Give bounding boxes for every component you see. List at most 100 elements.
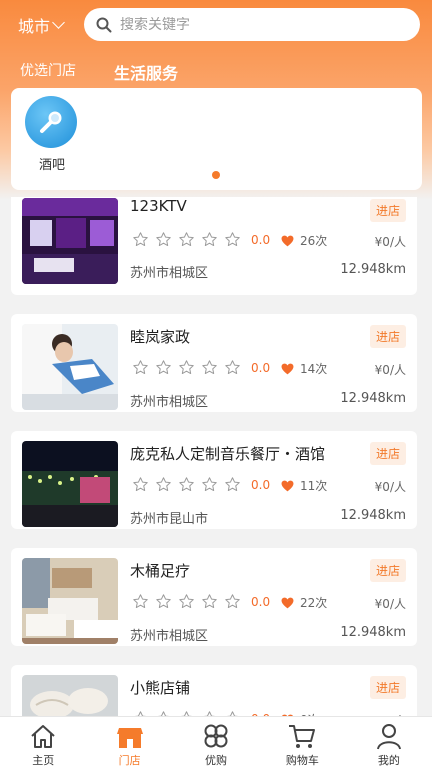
enter-store-button[interactable]: 进店 [369, 676, 406, 699]
shop-card[interactable]: 睦岚家政 进店 0.0 14次 ¥0/人苏州市相城区 12.948km [11, 314, 417, 412]
chevron-down-icon [52, 16, 65, 29]
rating-value: 0.0 [251, 360, 271, 375]
search-bar[interactable] [84, 8, 420, 41]
category-panel: 酒吧 [11, 88, 422, 190]
star-icon [156, 594, 171, 609]
tab-home[interactable]: 主页 [0, 717, 86, 768]
shop-distance: 12.948km [340, 625, 406, 640]
star-icon [202, 594, 217, 609]
shop-name: 123KTV [130, 197, 187, 215]
clover-icon [204, 724, 228, 748]
tab-label: 主页 [32, 754, 55, 767]
star-icon [156, 477, 171, 492]
shop-card[interactable]: 木桶足疗 进店 0.0 22次 ¥0/人苏州市相城区 12.948km [11, 548, 417, 646]
star-icon [202, 360, 217, 375]
enter-store-button[interactable]: 进店 [369, 442, 406, 465]
tab-youhuo[interactable]: 优购 [173, 717, 259, 768]
shop-distance: 12.948km [340, 262, 406, 277]
rating-stars: 0.0 [132, 476, 270, 493]
shop-name: 庞克私人定制音乐餐厅・酒馆 [130, 445, 326, 463]
rating-stars: 0.0 [132, 231, 270, 248]
star-icon [179, 360, 194, 375]
shop-distance: 12.948km [340, 391, 406, 406]
tab-label: 我的 [377, 754, 400, 767]
likes: 26次 [281, 232, 327, 249]
tab-store[interactable]: 门店 [86, 717, 172, 768]
star-icon [179, 477, 194, 492]
price-per-person: ¥0/人 [374, 363, 406, 377]
search-input[interactable] [120, 16, 400, 33]
shop-thumbnail[interactable] [22, 198, 118, 284]
tab-label: 购物车 [285, 754, 319, 767]
tab-label: 优购 [205, 754, 228, 767]
tab-cart[interactable]: 购物车 [259, 717, 345, 768]
star-icon [225, 477, 240, 492]
star-icon [156, 232, 171, 247]
star-icon [133, 232, 148, 247]
star-icon [179, 232, 194, 247]
category-label: 酒吧 [38, 158, 65, 173]
likes-count: 26次 [300, 234, 328, 248]
category-item-bar[interactable]: 酒吧 [25, 96, 79, 173]
tab-mine[interactable]: 我的 [346, 717, 432, 768]
city-selector[interactable]: 城市 [18, 13, 65, 37]
shop-location: 苏州市昆山市 [130, 512, 209, 527]
search-icon [96, 17, 112, 32]
shop-location: 苏州市相城区 [130, 266, 209, 281]
price-per-person: ¥0/人 [374, 597, 406, 611]
pager-dot [212, 171, 220, 179]
enter-store-button[interactable]: 进店 [369, 199, 406, 222]
store-icon [116, 728, 143, 748]
star-icon [202, 477, 217, 492]
star-icon [133, 477, 148, 492]
shop-thumbnail[interactable] [22, 675, 118, 720]
star-icon [133, 594, 148, 609]
tab-preferred-stores[interactable]: 优选门店 [20, 60, 76, 84]
heart-icon [281, 235, 294, 246]
likes-count: 14次 [300, 362, 328, 376]
shop-card[interactable]: 小熊店铺进店0.00次¥0/人 [11, 665, 417, 720]
rating-value: 0.0 [251, 594, 271, 609]
star-icon [133, 360, 148, 375]
rating-value: 0.0 [251, 477, 271, 492]
top-bar: 城市 [0, 8, 432, 42]
price-per-person: ¥0/人 [374, 480, 406, 494]
star-icon [179, 594, 194, 609]
star-icon [225, 594, 240, 609]
shop-thumbnail[interactable] [22, 558, 118, 644]
microphone-icon [25, 96, 77, 148]
tab-label: 门店 [118, 754, 141, 767]
likes-count: 22次 [300, 596, 328, 610]
bottom-tab-bar: 主页 门店 优购 购物车 我的 [0, 716, 432, 768]
shop-list: 123KTV 进店 0.0 26次 ¥0/人 苏州市相城区 12.948km 睦岚家政 进店 0.… [11, 197, 422, 720]
rating-value: 0.0 [251, 232, 271, 247]
rating-stars: 0.0 [132, 359, 270, 376]
category-tabs: 优选门店 生活服务 [20, 60, 178, 84]
shop-card[interactable]: 123KTV 进店 0.0 26次 ¥0/人苏州市相城区 12.948km [11, 197, 417, 295]
shop-name: 小熊店铺 [130, 679, 191, 697]
shop-name: 睦岚家政 [130, 328, 191, 346]
star-icon [225, 360, 240, 375]
tab-life-services[interactable]: 生活服务 [114, 60, 178, 84]
enter-store-button[interactable]: 进店 [369, 559, 406, 582]
heart-icon [281, 597, 294, 608]
likes: 14次 [281, 360, 327, 377]
shop-card[interactable]: 庞克私人定制音乐餐厅・酒馆 进店 0.0 11次 ¥0/人 苏州市昆山市 12.948km [11, 431, 417, 529]
shop-thumbnail[interactable] [22, 441, 118, 527]
cart-icon [289, 725, 316, 748]
user-icon [376, 724, 401, 750]
shop-name: 木桶足疗 [130, 562, 191, 580]
home-icon [31, 725, 55, 748]
price-per-person: ¥0/人 [374, 235, 406, 249]
enter-store-button[interactable]: 进店 [369, 325, 406, 348]
star-icon [202, 232, 217, 247]
shop-thumbnail[interactable] [22, 324, 118, 410]
likes-count: 11次 [300, 479, 328, 493]
likes: 11次 [281, 477, 327, 494]
heart-icon [281, 480, 294, 491]
shop-location: 苏州市相城区 [130, 629, 209, 644]
city-label: 城市 [18, 17, 51, 36]
shop-location: 苏州市相城区 [130, 395, 209, 410]
star-icon [156, 360, 171, 375]
rating-stars: 0.0 [132, 593, 270, 610]
